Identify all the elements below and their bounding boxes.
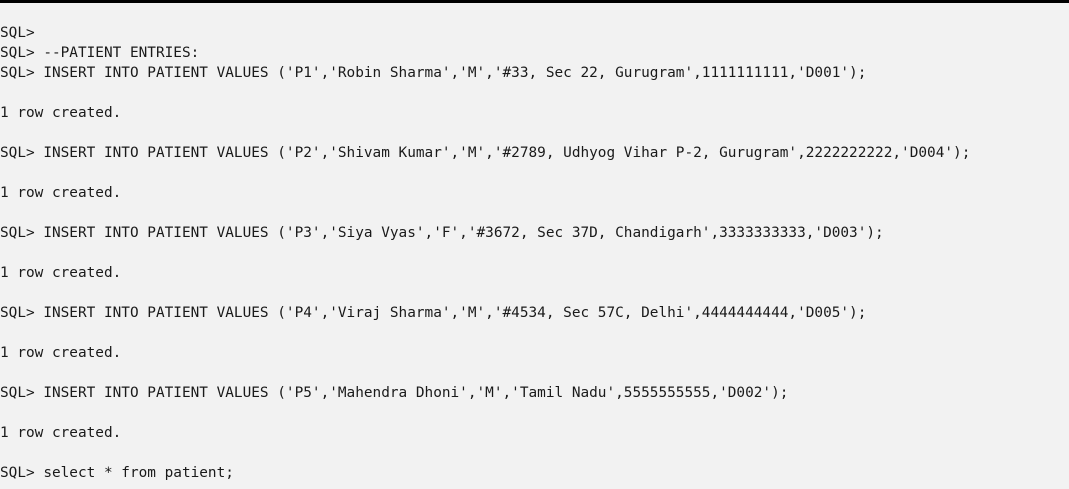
console-line-blank — [0, 363, 1069, 383]
console-line-blank — [0, 283, 1069, 303]
console-line-blank — [0, 203, 1069, 223]
console-line-command: SQL> INSERT INTO PATIENT VALUES ('P2','S… — [0, 145, 971, 161]
console-line-command: SQL> INSERT INTO PATIENT VALUES ('P1','R… — [0, 65, 867, 81]
console-line-blank — [0, 163, 1069, 183]
console-line-blank — [0, 123, 1069, 143]
console-line-current-command[interactable]: SQL> select * from patient; — [0, 463, 1069, 483]
console-line-prompt: SQL> — [0, 25, 35, 41]
console-line-result: 1 row created. — [0, 105, 122, 121]
console-line-blank — [0, 403, 1069, 423]
console-line-result: 1 row created. — [0, 185, 122, 201]
console-line-blank — [0, 443, 1069, 463]
console-line-result: 1 row created. — [0, 425, 122, 441]
sql-console-output[interactable]: SQL> SQL> --PATIENT ENTRIES: SQL> INSERT… — [0, 23, 1069, 489]
console-line-command: SQL> INSERT INTO PATIENT VALUES ('P5','M… — [0, 385, 789, 401]
console-line-blank — [0, 83, 1069, 103]
console-line-result: 1 row created. — [0, 345, 122, 361]
console-line-blank — [0, 323, 1069, 343]
console-line-result: 1 row created. — [0, 265, 122, 281]
console-line-command: SQL> INSERT INTO PATIENT VALUES ('P4','V… — [0, 305, 867, 321]
console-line-comment: SQL> --PATIENT ENTRIES: — [0, 45, 200, 61]
window-top-border — [0, 0, 1069, 3]
console-line-command: SQL> INSERT INTO PATIENT VALUES ('P3','S… — [0, 225, 884, 241]
console-line-blank — [0, 243, 1069, 263]
